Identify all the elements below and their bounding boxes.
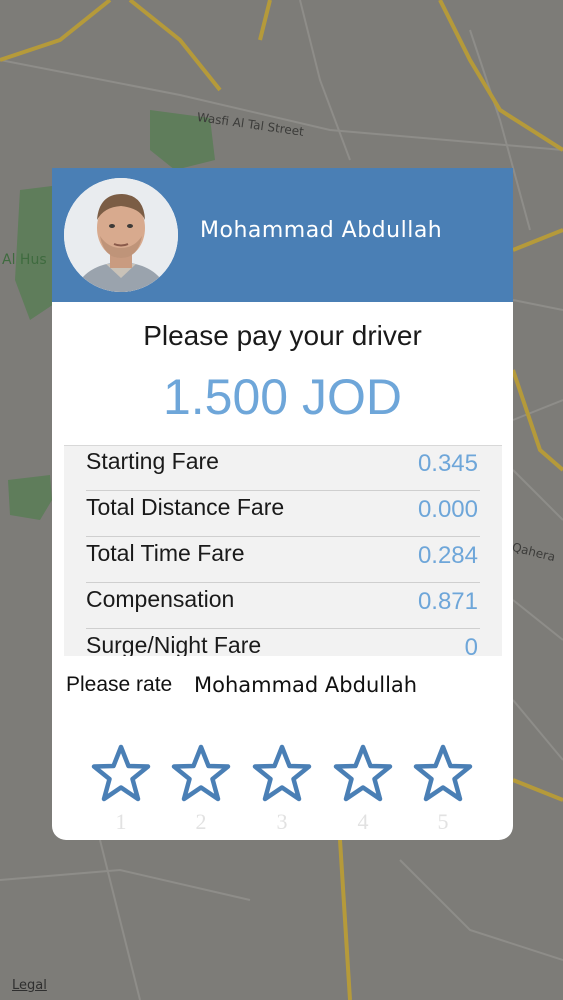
rating-star-2[interactable]: 2 bbox=[166, 743, 236, 839]
fare-value: 0 bbox=[464, 634, 478, 656]
driver-header: Mohammad Abdullah bbox=[52, 168, 513, 302]
fare-breakdown-list[interactable]: Starting Fare 0.345 Total Distance Fare … bbox=[64, 445, 502, 656]
fare-label: Total Distance Fare bbox=[86, 494, 285, 520]
star-number: 1 bbox=[115, 809, 127, 834]
fare-value: 0.871 bbox=[417, 588, 478, 615]
star-number: 5 bbox=[437, 809, 449, 834]
fare-row: Compensation 0.871 bbox=[86, 582, 480, 629]
driver-name: Mohammad Abdullah bbox=[200, 218, 443, 243]
rating-star-3[interactable]: 3 bbox=[247, 743, 317, 839]
star-icon bbox=[252, 744, 312, 802]
star-number: 2 bbox=[195, 809, 207, 834]
fare-row: Starting Fare 0.345 bbox=[86, 446, 480, 491]
rating-star-4[interactable]: 4 bbox=[328, 743, 398, 839]
driver-avatar bbox=[64, 178, 178, 292]
star-icon bbox=[171, 744, 231, 802]
payment-rating-card: Mohammad Abdullah Please pay your driver… bbox=[52, 168, 513, 840]
fare-label: Total Time Fare bbox=[86, 540, 245, 566]
fare-row: Total Time Fare 0.284 bbox=[86, 536, 480, 583]
star-icon bbox=[413, 744, 473, 802]
fare-row: Total Distance Fare 0.000 bbox=[86, 490, 480, 537]
map-area-label: Al Hus bbox=[2, 252, 47, 268]
rating-star-5[interactable]: 5 bbox=[408, 743, 478, 839]
rating-star-1[interactable]: 1 bbox=[86, 743, 156, 839]
star-number: 3 bbox=[276, 809, 288, 834]
rate-driver-name: Mohammad Abdullah bbox=[194, 673, 418, 697]
star-icon bbox=[333, 744, 393, 802]
total-amount: 1.500 JOD bbox=[162, 369, 402, 425]
rate-prompt: Please rate bbox=[66, 673, 173, 696]
fare-value: 0.284 bbox=[417, 542, 478, 569]
fare-label: Starting Fare bbox=[86, 448, 219, 474]
pay-prompt: Please pay your driver bbox=[143, 320, 422, 351]
fare-label: Surge/Night Fare bbox=[86, 632, 262, 656]
fare-row: Surge/Night Fare 0 bbox=[86, 628, 480, 656]
star-number: 4 bbox=[357, 809, 369, 834]
legal-link[interactable]: Legal bbox=[12, 978, 47, 993]
fare-value: 0.345 bbox=[417, 450, 478, 477]
fare-label: Compensation bbox=[86, 586, 235, 612]
fare-value: 0.000 bbox=[417, 496, 478, 523]
star-icon bbox=[91, 744, 151, 802]
